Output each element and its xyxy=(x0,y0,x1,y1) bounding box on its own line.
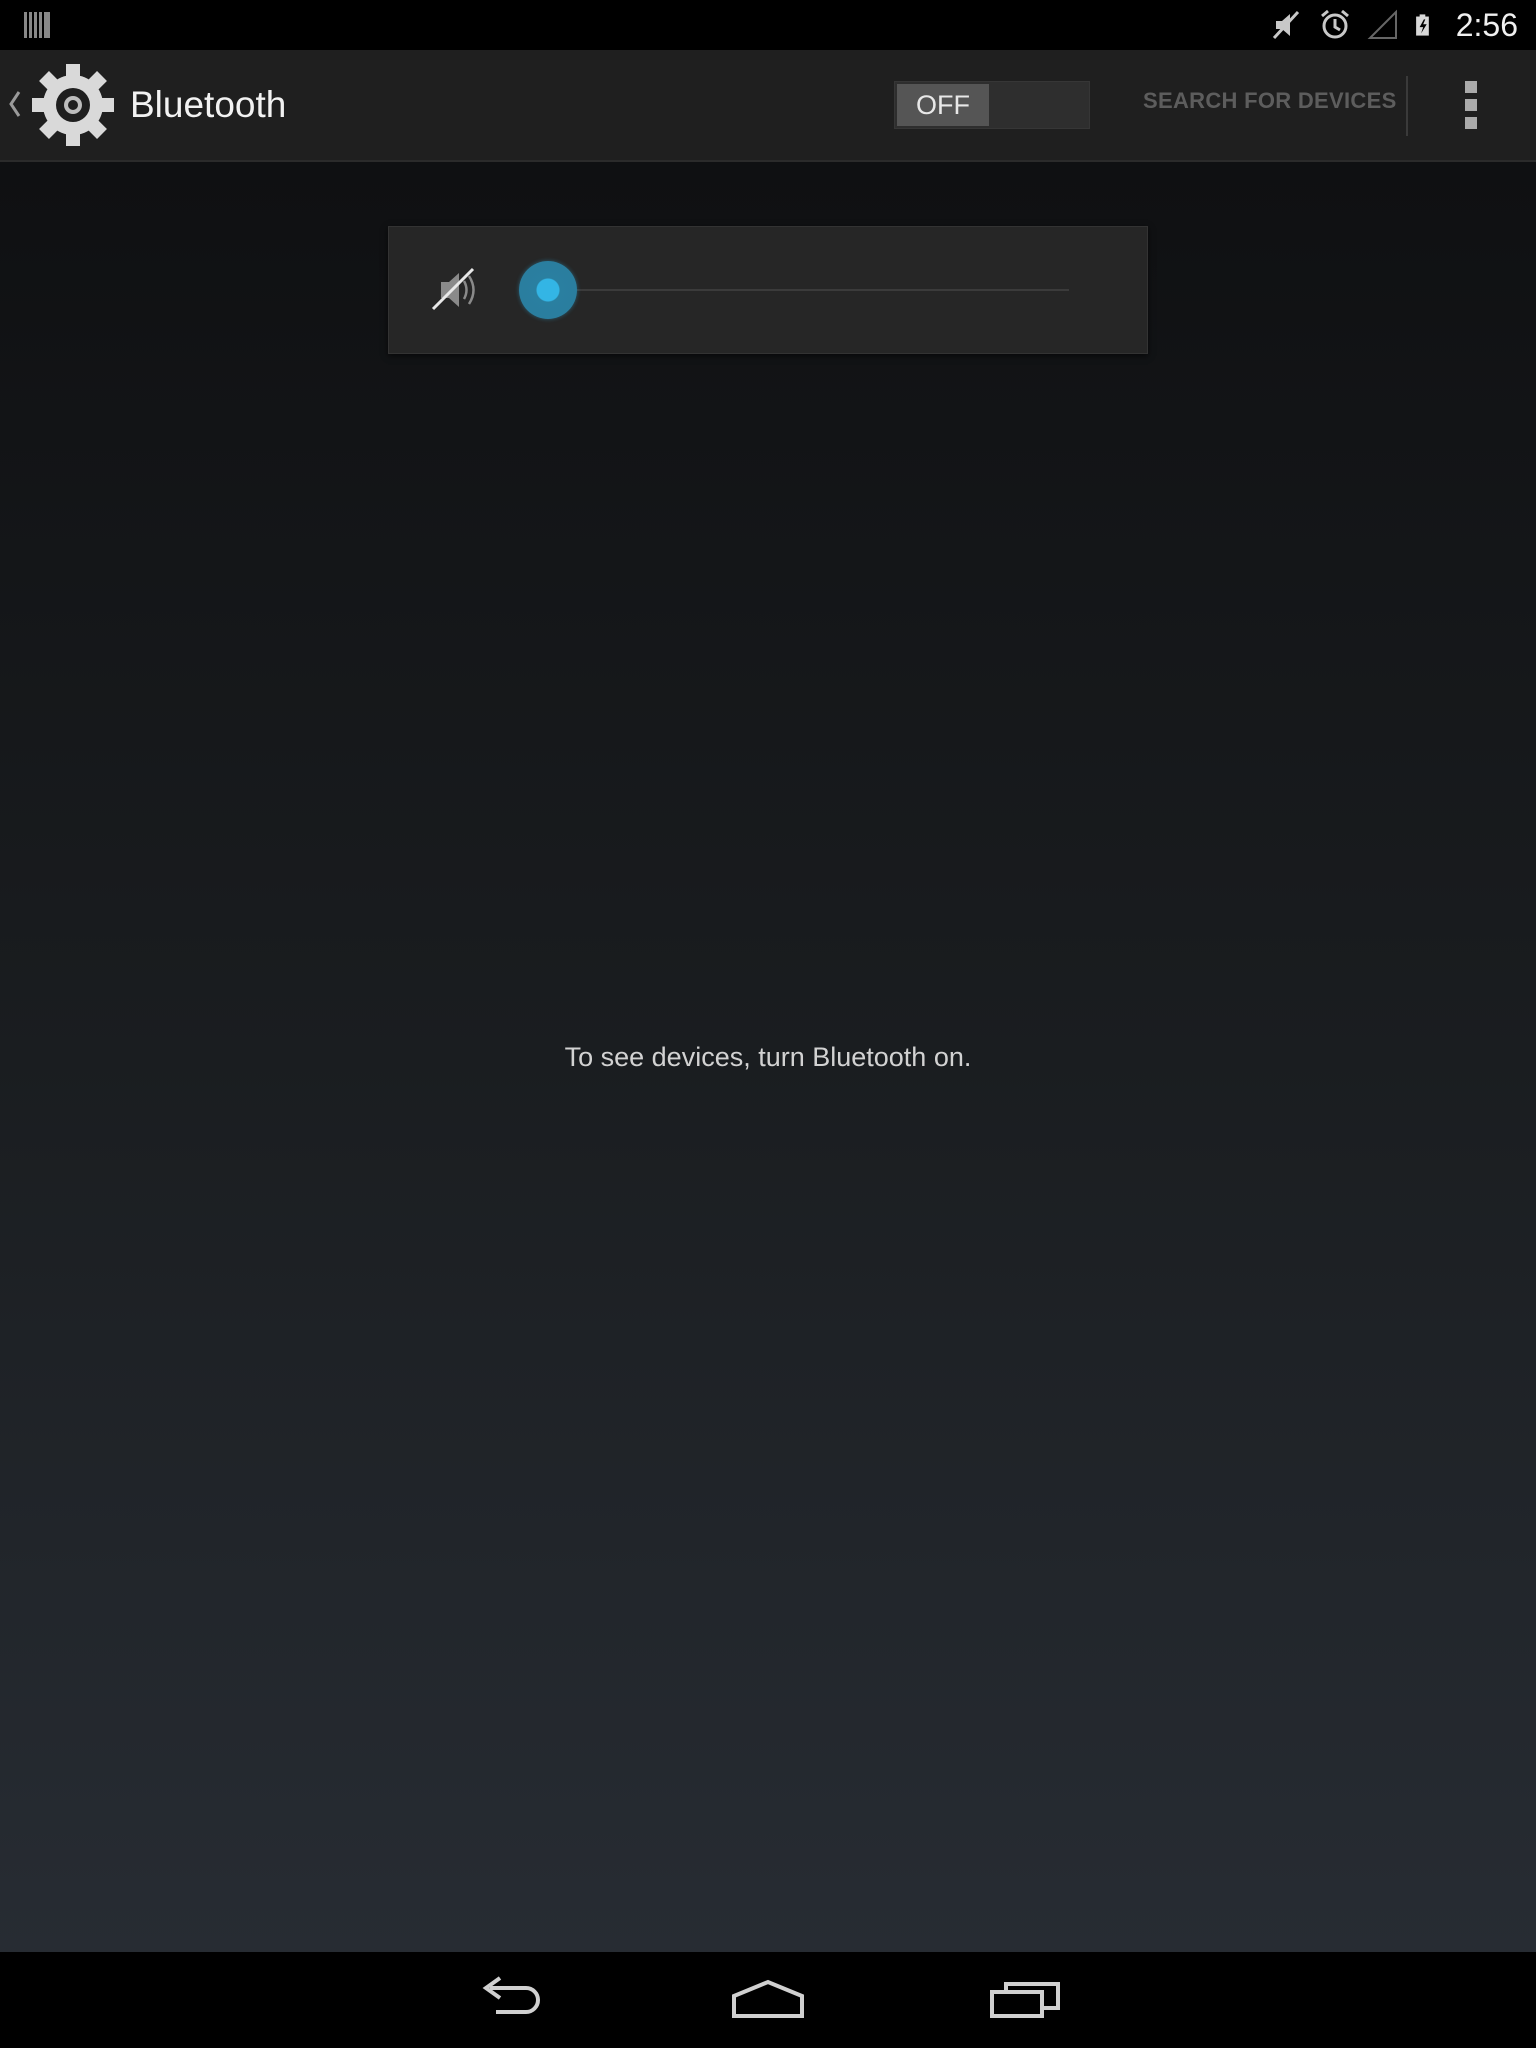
up-caret-icon[interactable] xyxy=(8,90,22,118)
battery-charging-icon xyxy=(1415,14,1429,36)
alarm-icon xyxy=(1320,9,1349,39)
empty-state-message: To see devices, turn Bluetooth on. xyxy=(564,1042,972,1072)
overflow-menu-icon[interactable] xyxy=(1450,78,1492,134)
action-bar-divider xyxy=(1406,76,1408,136)
volume-panel xyxy=(388,226,1148,354)
status-time: 2:56 xyxy=(1455,6,1518,43)
volume-slider-thumb[interactable] xyxy=(519,261,577,319)
status-bar: 2:56 xyxy=(0,0,1536,50)
recents-icon[interactable] xyxy=(986,1974,1066,2024)
search-for-devices-button[interactable]: SEARCH FOR DEVICES xyxy=(1143,88,1397,114)
barcode-icon xyxy=(24,12,50,38)
back-icon[interactable] xyxy=(472,1974,552,2024)
home-icon[interactable] xyxy=(728,1974,808,2024)
navigation-bar xyxy=(0,1952,1536,2048)
no-signal-icon xyxy=(1367,9,1397,39)
bluetooth-toggle[interactable]: OFF xyxy=(894,81,1090,129)
settings-gear-icon[interactable] xyxy=(28,60,118,150)
volume-slider-track[interactable] xyxy=(549,289,1069,291)
page-title: Bluetooth xyxy=(130,84,287,125)
toggle-thumb-label: OFF xyxy=(897,84,989,126)
action-bar: Bluetooth OFF SEARCH FOR DEVICES xyxy=(0,50,1536,162)
content-area: To see devices, turn Bluetooth on. xyxy=(0,162,1536,1952)
status-icons: 2:56 xyxy=(1270,0,1518,50)
speaker-muted-icon[interactable] xyxy=(429,265,483,315)
mute-icon xyxy=(1272,10,1299,40)
